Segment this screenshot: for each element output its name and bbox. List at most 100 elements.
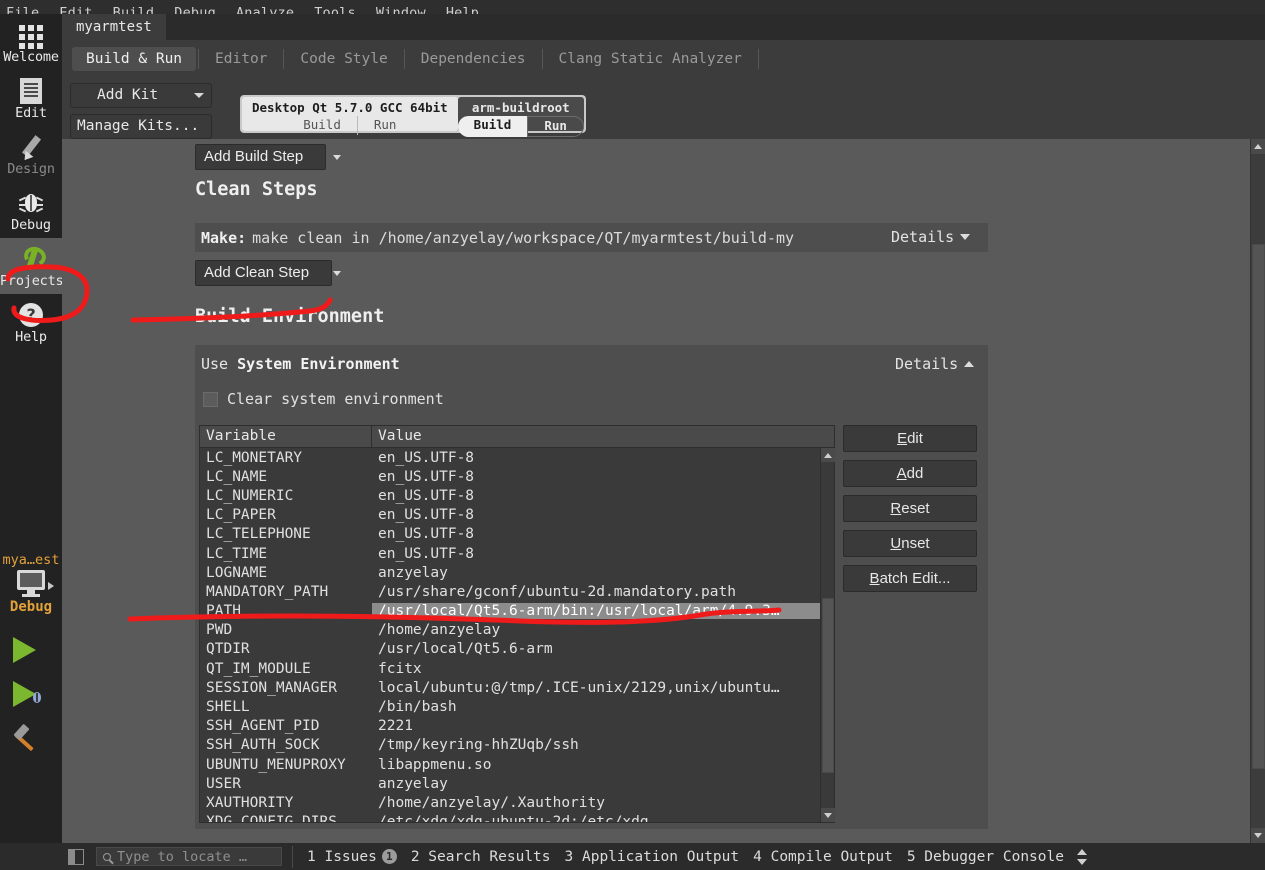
bug-icon — [0, 188, 62, 216]
sidebar-item-debug-label: Debug — [11, 218, 51, 233]
tab-code-style[interactable]: Code Style — [286, 47, 401, 71]
table-row[interactable]: PWD/home/anzyelay — [200, 621, 834, 640]
reset-button[interactable]: Reset — [843, 495, 977, 522]
table-row[interactable]: LC_TELEPHONE en_US.UTF-8 — [200, 525, 834, 544]
clear-system-environment-row[interactable]: Clear system environment — [203, 390, 444, 408]
add-clean-step-button[interactable]: Add Clean Step — [195, 260, 333, 286]
scroll-down-arrow-icon[interactable] — [821, 808, 835, 822]
sidebar-item-projects[interactable]: Projects — [0, 238, 62, 294]
column-header-value[interactable]: Value — [372, 426, 834, 447]
environment-source: System Environment — [237, 355, 400, 373]
clean-step-details-toggle[interactable]: Details — [891, 228, 971, 246]
sidebar-item-welcome[interactable]: Welcome — [0, 14, 62, 70]
clear-system-environment-checkbox[interactable] — [203, 391, 218, 407]
tab-myarmtest[interactable]: myarmtest — [62, 14, 166, 40]
kit-header: Add Kit Manage Kits... Desktop Qt 5.7.0 … — [62, 77, 1265, 139]
kit-desktop-qt-570[interactable]: Desktop Qt 5.7.0 GCC 64bit Build Run — [242, 97, 458, 135]
table-row[interactable]: XDG_CONFIG_DIRS/etc/xdg/xdg-ubuntu-2d:/e… — [200, 813, 834, 822]
scrollbar-thumb[interactable] — [1252, 244, 1265, 769]
output-pane-updown-icon[interactable] — [1076, 848, 1088, 866]
table-row[interactable]: LC_NAME en_US.UTF-8 — [200, 467, 834, 486]
sidebar-item-help[interactable]: ? Help — [0, 294, 62, 350]
scrollbar-thumb[interactable] — [822, 598, 834, 773]
tab-dependencies[interactable]: Dependencies — [407, 47, 540, 71]
clean-step-make-row[interactable]: Make: make clean in /home/anzyelay/works… — [195, 223, 988, 252]
project-settings-tabs: Build & Run Editor Code Style Dependenci… — [62, 40, 1265, 77]
table-row[interactable]: XAUTHORITY/home/anzyelay/.Xauthority — [200, 793, 834, 812]
play-bug-icon — [30, 691, 44, 705]
locator-input[interactable]: Type to locate … — [96, 847, 282, 866]
kit-run-cell[interactable]: Run — [356, 116, 413, 135]
edit-button[interactable]: Edit — [843, 425, 977, 452]
table-row[interactable]: QT_IM_MODULE fcitx — [200, 659, 834, 678]
table-row[interactable]: LC_MONETARY en_US.UTF-8 — [200, 448, 834, 467]
output-pane-debugger-console[interactable]: 5 Debugger Console — [907, 849, 1064, 865]
table-row[interactable]: SHELL/bin/bash — [200, 697, 834, 716]
output-pane-issues[interactable]: 1 Issues 1 — [307, 849, 397, 865]
column-header-variable[interactable]: Variable — [200, 426, 372, 447]
tab-editor[interactable]: Editor — [201, 47, 281, 71]
document-icon — [0, 76, 62, 104]
build-environment-details-toggle[interactable]: Details — [895, 355, 975, 373]
build-button[interactable] — [10, 721, 62, 765]
main-scrollbar[interactable] — [1250, 139, 1265, 843]
table-row[interactable]: MANDATORY_PATH/usr/share/gconf/ubuntu-2d… — [200, 582, 834, 601]
cell-variable: LC_PAPER — [206, 507, 276, 524]
table-row[interactable]: SSH_AUTH_SOCK/tmp/keyring-hhZUqb/ssh — [200, 736, 834, 755]
output-pane-compile-output[interactable]: 4 Compile Output — [753, 849, 893, 865]
output-pane-label: 5 Debugger Console — [906, 848, 1064, 865]
run-button[interactable] — [10, 633, 62, 677]
scroll-down-arrow-icon[interactable] — [1251, 828, 1265, 843]
table-row[interactable]: QTDIR/usr/local/Qt5.6-arm — [200, 640, 834, 659]
table-row[interactable]: PATH/usr/local/Qt5.6-arm/bin:/usr/local/… — [200, 602, 834, 621]
kit-build-cell[interactable]: Build — [457, 116, 528, 137]
add-build-step-button[interactable]: Add Build Step — [195, 144, 327, 170]
menu-item-debug[interactable]: Debug — [174, 6, 216, 14]
kit-run-cell[interactable]: Run — [527, 116, 584, 137]
table-row[interactable]: USER anzyelay — [200, 774, 834, 793]
table-row[interactable]: LOGNAME anzyelay — [200, 563, 834, 582]
monitor-icon — [14, 570, 54, 598]
table-row[interactable]: SSH_AGENT_PID 2221 — [200, 717, 834, 736]
table-row[interactable]: UBUNTU_MENUPROXY libappmenu.so — [200, 755, 834, 774]
unset-button[interactable]: Unset — [843, 530, 977, 557]
sidebar-item-edit[interactable]: Edit — [0, 70, 62, 126]
kit-build-cell[interactable]: Build — [287, 116, 357, 135]
toggle-sidebar-icon[interactable] — [68, 848, 84, 865]
cell-value: 2221 — [378, 718, 413, 735]
table-row[interactable]: LC_TIME en_US.UTF-8 — [200, 544, 834, 563]
table-row[interactable]: LC_NUMERIC en_US.UTF-8 — [200, 486, 834, 505]
add-button[interactable]: Add — [843, 460, 977, 487]
environment-variables-table[interactable]: Variable Value LC_MONETARY en_US.UTF-8 LC_… — [199, 425, 835, 823]
menu-item-help[interactable]: Help — [446, 6, 479, 14]
output-pane-application-output[interactable]: 3 Application Output — [565, 849, 740, 865]
table-row[interactable]: SESSION_MANAGER local/ubuntu:@/tmp/.ICE-u… — [200, 678, 834, 697]
manage-kits-button[interactable]: Manage Kits... — [70, 114, 212, 139]
menu-item-analyze[interactable]: Analyze — [236, 6, 294, 14]
batch-edit-button[interactable]: Batch Edit... — [843, 565, 977, 592]
menu-item-window[interactable]: Window — [376, 6, 426, 14]
add-kit-button[interactable]: Add Kit — [70, 83, 212, 108]
cell-value: anzyelay — [378, 775, 448, 792]
cell-value: /usr/share/gconf/ubuntu-2d.mandatory.pat… — [378, 583, 736, 600]
menu-item-build[interactable]: Build — [113, 6, 155, 14]
output-pane-search-results[interactable]: 2 Search Results — [411, 849, 551, 865]
tab-build-and-run[interactable]: Build & Run — [72, 46, 197, 71]
sidebar-item-edit-label: Edit — [15, 106, 47, 121]
menu-item-tools[interactable]: Tools — [314, 6, 356, 14]
sidebar-item-debug[interactable]: Debug — [0, 182, 62, 238]
kit-arm-buildroot[interactable]: arm-buildroot Build Run — [457, 97, 584, 137]
sidebar-item-design-label: Design — [7, 162, 55, 177]
tab-clang-static-analyzer[interactable]: Clang Static Analyzer — [545, 47, 756, 71]
scroll-up-arrow-icon[interactable] — [821, 448, 835, 462]
start-debugging-button[interactable] — [10, 677, 62, 721]
environment-table-scrollbar[interactable] — [820, 448, 835, 822]
menu-item-edit[interactable]: Edit — [59, 6, 92, 14]
cell-variable: USER — [206, 775, 241, 792]
sidebar-item-design[interactable]: Design — [0, 126, 62, 182]
cell-value: en_US.UTF-8 — [378, 545, 475, 562]
scroll-up-arrow-icon[interactable] — [1251, 139, 1265, 154]
project-target-selector[interactable]: mya…est Debug — [0, 548, 62, 615]
menu-item-file[interactable]: File — [6, 6, 39, 14]
table-row[interactable]: LC_PAPER en_US.UTF-8 — [200, 506, 834, 525]
